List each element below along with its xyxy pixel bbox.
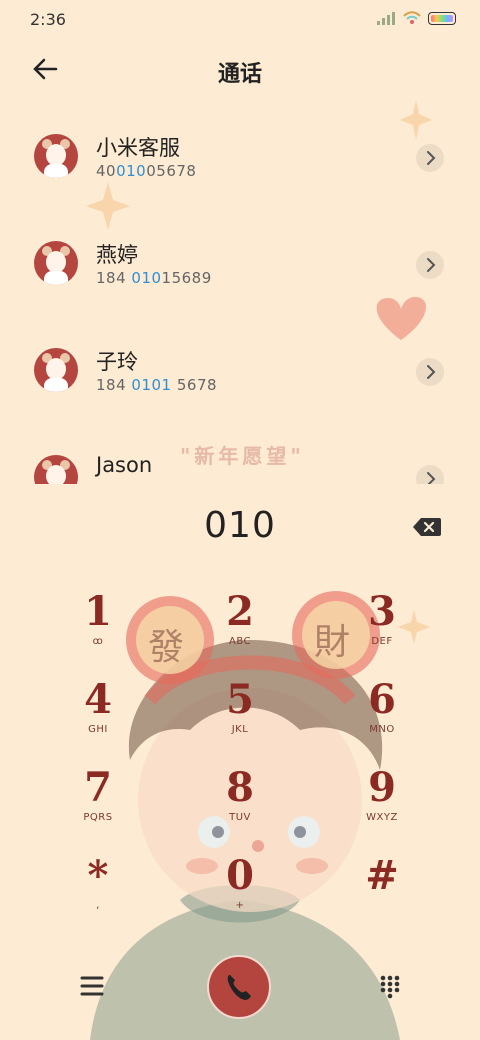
bottom-bar — [0, 950, 480, 1030]
dial-key-5[interactable]: 5 JKL — [190, 678, 290, 758]
avatar — [34, 455, 78, 484]
contact-name: 燕婷 — [96, 243, 138, 267]
signal-icon — [377, 12, 395, 25]
dialer-input[interactable]: 010 — [0, 505, 480, 546]
key-digit: 5 — [226, 676, 254, 723]
dial-key-6[interactable]: 6 MNO — [332, 678, 432, 758]
avatar — [34, 241, 78, 285]
key-letters: + — [235, 900, 245, 911]
backspace-icon[interactable] — [412, 516, 442, 538]
contact-name: 小米客服 — [96, 136, 180, 160]
avatar — [34, 348, 78, 392]
dial-key-7[interactable]: 7 PQRS — [48, 766, 148, 846]
contact-number: 184 0101 5678 — [96, 376, 218, 394]
contact-row[interactable]: Jason — [0, 431, 480, 484]
status-icons — [376, 11, 456, 25]
key-letters: TUV — [229, 812, 251, 823]
dial-key-2[interactable]: 2 ABC — [190, 590, 290, 670]
contact-detail-button[interactable] — [416, 251, 444, 279]
dial-key-1[interactable]: 1ꝏ — [48, 590, 148, 670]
key-digit: 4 — [84, 676, 112, 723]
avatar — [34, 134, 78, 178]
status-time: 2:36 — [30, 10, 66, 29]
key-digit: 6 — [368, 676, 396, 723]
dial-key-4[interactable]: 4 GHI — [48, 678, 148, 758]
key-letters: JKL — [231, 724, 249, 735]
key-digit: 0 — [226, 852, 254, 899]
key-letters: PQRS — [83, 812, 113, 823]
dial-key-3[interactable]: 3 DEF — [332, 590, 432, 670]
contact-detail-button[interactable] — [416, 144, 444, 172]
key-digit: 7 — [84, 764, 112, 811]
contact-name: 子玲 — [96, 350, 138, 374]
chevron-right-icon — [427, 365, 436, 379]
dial-key-9[interactable]: 9 WXYZ — [332, 766, 432, 846]
key-letters: WXYZ — [366, 812, 398, 823]
dial-keypad: 1 ꝏ 2 ABC 3 DEF 4 GHI 5 JKL 6 MNO 7 PQRS 8 TUV 9 WXYZ *, 0 +… — [0, 590, 480, 930]
key-digit: 2 — [226, 588, 254, 635]
key-digit: * — [87, 852, 109, 899]
key-letters: GHI — [88, 724, 108, 735]
contact-number: 184 01015689 — [96, 269, 212, 287]
key-digit: 1 — [84, 588, 112, 635]
dialpad-icon[interactable] — [376, 972, 404, 1000]
key-letters: DEF — [371, 636, 393, 647]
contact-row[interactable]: 燕婷 184 01015689 — [0, 217, 480, 317]
header: 通话 — [0, 50, 480, 90]
key-letters: ABC — [228, 636, 251, 647]
contact-detail-button[interactable] — [416, 358, 444, 386]
page-title: 通话 — [217, 62, 262, 87]
wifi-icon — [403, 11, 421, 24]
chevron-right-icon — [427, 151, 436, 165]
dial-key-star[interactable]: *, — [48, 854, 148, 934]
phone-icon — [227, 975, 251, 1000]
key-digit: 9 — [368, 764, 396, 811]
contact-detail-button[interactable] — [416, 465, 444, 484]
contact-row[interactable]: 小米客服 4001005678 — [0, 110, 480, 210]
key-digit: 8 — [226, 764, 254, 811]
key-digit: 3 — [368, 588, 396, 635]
status-bar: 2:36 — [0, 0, 480, 38]
contact-list: 小米客服 4001005678 燕婷 184 01015689 子玲 184 0101 5… — [0, 110, 480, 484]
key-digit: # — [365, 852, 399, 899]
battery-icon — [428, 11, 456, 25]
key-letters: ꝏ — [92, 636, 104, 647]
key-letters: MNO — [369, 724, 395, 735]
dial-key-hash[interactable]: # — [332, 854, 432, 934]
menu-icon[interactable] — [78, 972, 106, 1000]
chevron-right-icon — [427, 472, 436, 484]
dial-key-0[interactable]: 0 + — [190, 854, 290, 934]
contact-row[interactable]: 子玲 184 0101 5678 — [0, 324, 480, 424]
dial-key-8[interactable]: 8 TUV — [190, 766, 290, 846]
contact-name: Jason — [96, 453, 153, 477]
contact-number: 4001005678 — [96, 162, 197, 180]
chevron-right-icon — [427, 258, 436, 272]
key-letters: , — [96, 900, 100, 911]
call-button[interactable] — [207, 955, 271, 1019]
